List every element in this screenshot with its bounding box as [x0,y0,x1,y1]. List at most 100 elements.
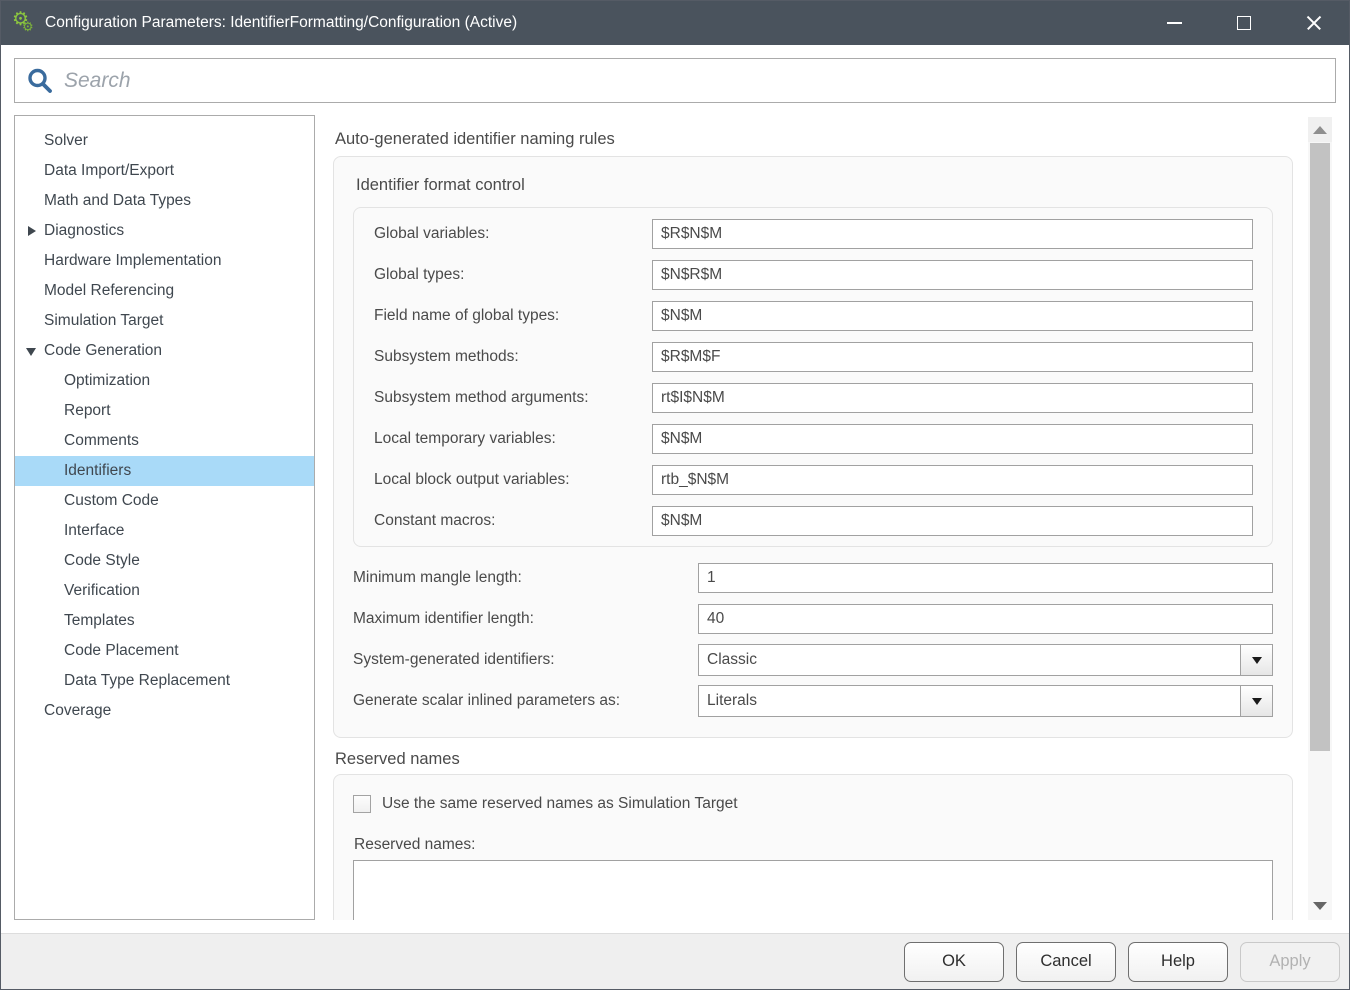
dropdown-system-generated-identifiers[interactable]: Classic [698,644,1273,676]
use-same-reserved-names-checkbox[interactable] [353,795,371,813]
main-panel: Auto-generated identifier naming rules I… [330,115,1305,920]
title-bar: ⚙ ⚙ Configuration Parameters: Identifier… [0,0,1350,45]
sidebar-item-label: Optimization [64,372,150,389]
sidebar-item-report[interactable]: Report [15,396,314,426]
help-button[interactable]: Help [1128,942,1228,982]
field-input-global-types[interactable] [652,260,1253,290]
dropdown-selected-value: Literals [699,692,1240,710]
sidebar-item-templates[interactable]: Templates [15,606,314,636]
field-input-local-temporary-variables[interactable] [652,424,1253,454]
sidebar-item-hardware-implementation[interactable]: Hardware Implementation [15,246,314,276]
format-field-row: Local block output variables: [374,465,1253,495]
sidebar-item-label: Data Type Replacement [64,672,230,689]
sidebar-item-code-placement[interactable]: Code Placement [15,636,314,666]
sidebar-item-label: Custom Code [64,492,159,509]
setting-row: Maximum identifier length: [353,604,1273,634]
sidebar-item-math-and-data-types[interactable]: Math and Data Types [15,186,314,216]
sidebar-item-comments[interactable]: Comments [15,426,314,456]
sidebar-item-label: Code Placement [64,642,179,659]
sidebar-item-label: Data Import/Export [44,162,174,179]
field-label-local-block-output-variables: Local block output variables: [374,471,652,489]
ok-button[interactable]: OK [904,942,1004,982]
minimize-button[interactable] [1139,0,1209,45]
sidebar-item-data-type-replacement[interactable]: Data Type Replacement [15,666,314,696]
search-box[interactable] [14,58,1336,103]
reserved-names-input[interactable] [353,860,1273,920]
dropdown-selected-value: Classic [699,651,1240,669]
sidebar-item-code-generation[interactable]: Code Generation [15,336,314,366]
sidebar-item-data-import-export[interactable]: Data Import/Export [15,156,314,186]
reserved-names-label: Reserved names: [354,835,1273,855]
sidebar-item-label: Identifiers [64,462,131,479]
sidebar-item-coverage[interactable]: Coverage [15,696,314,726]
configuration-parameters-dialog: ⚙ ⚙ Configuration Parameters: Identifier… [0,0,1350,990]
field-input-local-block-output-variables[interactable] [652,465,1253,495]
apply-button[interactable]: Apply [1240,942,1340,982]
sidebar-item-label: Diagnostics [44,222,124,239]
chevron-right-icon[interactable] [28,226,36,236]
section-title-reserved-names: Reserved names [335,749,1305,769]
field-input-subsystem-method-arguments[interactable] [652,383,1253,413]
scrollbar-thumb[interactable] [1310,143,1330,751]
chevron-down-icon[interactable] [26,348,36,356]
sidebar-item-solver[interactable]: Solver [15,126,314,156]
scroll-down-icon [1313,902,1327,910]
reserved-names-group: Use the same reserved names as Simulatio… [333,774,1293,920]
sidebar-item-identifiers[interactable]: Identifiers [15,456,314,486]
sidebar-item-diagnostics[interactable]: Diagnostics [15,216,314,246]
sidebar-item-label: Templates [64,612,135,629]
chevron-down-icon [1252,657,1262,664]
sidebar-item-interface[interactable]: Interface [15,516,314,546]
format-field-row: Subsystem methods: [374,342,1253,372]
field-input-minimum-mangle-length[interactable] [698,563,1273,593]
field-input-maximum-identifier-length[interactable] [698,604,1273,634]
naming-rules-group: Identifier format control Global variabl… [333,156,1293,738]
close-button[interactable] [1279,0,1349,45]
field-label-minimum-mangle-length: Minimum mangle length: [353,569,698,587]
sidebar-item-simulation-target[interactable]: Simulation Target [15,306,314,336]
format-field-row: Global types: [374,260,1253,290]
field-input-subsystem-methods[interactable] [652,342,1253,372]
field-input-field-name-of-global-types[interactable] [652,301,1253,331]
maximize-icon [1237,16,1251,30]
format-field-row: Subsystem method arguments: [374,383,1253,413]
format-field-row: Field name of global types: [374,301,1253,331]
sidebar-item-label: Solver [44,132,88,149]
sidebar-item-label: Hardware Implementation [44,252,221,269]
use-same-reserved-names-row: Use the same reserved names as Simulatio… [353,793,1273,815]
scrollbar[interactable] [1308,117,1332,920]
search-input[interactable] [62,59,1335,102]
field-label-maximum-identifier-length: Maximum identifier length: [353,610,698,628]
sidebar-item-optimization[interactable]: Optimization [15,366,314,396]
field-label-global-variables: Global variables: [374,225,652,243]
sidebar-item-label: Code Style [64,552,140,569]
cancel-button[interactable]: Cancel [1016,942,1116,982]
identifier-settings: Minimum mangle length: Maximum identifier… [353,563,1273,716]
section-title-naming-rules: Auto-generated identifier naming rules [335,129,1305,149]
chevron-down-icon [1252,698,1262,705]
window-title: Configuration Parameters: IdentifierForm… [45,14,517,32]
field-input-global-variables[interactable] [652,219,1253,249]
minimize-icon [1167,22,1182,24]
dropdown-generate-scalar-inlined-parameters-as[interactable]: Literals [698,685,1273,717]
group-title-identifier-format-control: Identifier format control [356,175,1273,195]
dropdown-button[interactable] [1240,645,1272,675]
field-input-constant-macros[interactable] [652,506,1253,536]
scroll-up-button[interactable] [1308,117,1332,142]
setting-row: Generate scalar inlined parameters as:Li… [353,686,1273,716]
window-controls [1139,0,1349,45]
maximize-button[interactable] [1209,0,1279,45]
dropdown-button[interactable] [1240,686,1272,716]
sidebar-item-code-style[interactable]: Code Style [15,546,314,576]
field-label-generate-scalar-inlined-parameters-as: Generate scalar inlined parameters as: [353,692,698,710]
sidebar-item-label: Coverage [44,702,111,719]
sidebar-item-custom-code[interactable]: Custom Code [15,486,314,516]
field-label-subsystem-method-arguments: Subsystem method arguments: [374,389,652,407]
sidebar-item-label: Model Referencing [44,282,174,299]
sidebar-item-model-referencing[interactable]: Model Referencing [15,276,314,306]
scroll-down-button[interactable] [1308,893,1332,918]
sidebar-item-verification[interactable]: Verification [15,576,314,606]
sidebar-item-label: Code Generation [44,342,162,359]
search-icon [26,67,53,94]
format-field-row: Constant macros: [374,506,1253,536]
